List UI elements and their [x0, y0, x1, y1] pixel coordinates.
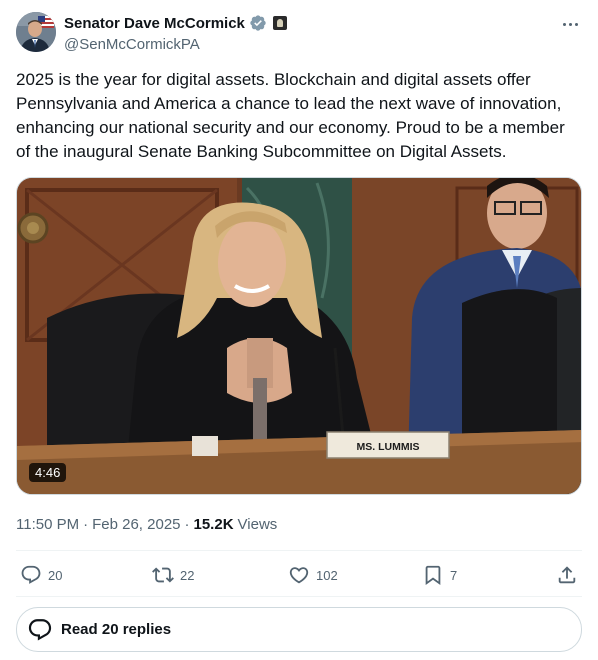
share-icon: [558, 566, 576, 584]
video-player[interactable]: MS. LUMMIS 4:46: [16, 177, 582, 495]
meta-separator: ·: [83, 515, 89, 533]
nameplate-text: MS. LUMMIS: [357, 441, 420, 453]
meta-separator: ·: [184, 515, 190, 533]
reply-button[interactable]: 20: [20, 563, 62, 587]
like-count: 102: [316, 567, 338, 583]
action-bar: 20 22 102 7: [16, 563, 582, 587]
views-label: Views: [237, 515, 278, 533]
retweet-icon: [152, 567, 174, 583]
divider: [16, 596, 582, 597]
read-replies-label: Read 20 replies: [61, 621, 172, 638]
video-thumbnail: MS. LUMMIS: [17, 178, 581, 494]
bookmark-count: 7: [450, 567, 458, 583]
more-options-icon[interactable]: [558, 14, 582, 34]
tweet-header: Senator Dave McCormick @SenMcCormickPA: [16, 12, 582, 54]
retweet-button[interactable]: 22: [152, 563, 194, 587]
tweet-meta: 11:50 PM · Feb 26, 2025 · 15.2K Views: [16, 514, 277, 534]
tweet-time[interactable]: 11:50 PM: [16, 516, 79, 533]
like-icon: [289, 567, 309, 584]
verified-badge-icon[interactable]: [249, 14, 267, 32]
tweet-text: 2025 is the year for digital assets. Blo…: [16, 70, 565, 161]
bookmark-icon: [425, 565, 441, 586]
reply-icon: [21, 565, 41, 584]
views-count[interactable]: 15.2K: [194, 516, 234, 533]
display-name[interactable]: Senator Dave McCormick: [64, 15, 245, 32]
tweet-date[interactable]: Feb 26, 2025: [92, 516, 180, 533]
replies-bubble-icon: [28, 618, 52, 641]
bookmark-button[interactable]: 7: [422, 563, 457, 587]
video-duration: 4:46: [29, 463, 67, 482]
divider: [16, 550, 582, 551]
avatar[interactable]: [16, 12, 56, 52]
reply-count: 20: [48, 567, 63, 583]
retweet-count: 22: [180, 567, 195, 583]
like-button[interactable]: 102: [288, 563, 338, 587]
read-replies-button[interactable]: Read 20 replies: [16, 607, 582, 652]
government-affiliation-icon[interactable]: [272, 16, 287, 30]
share-button[interactable]: [556, 563, 578, 587]
handle[interactable]: @SenMcCormickPA: [64, 36, 287, 53]
author-names: Senator Dave McCormick @SenMcCormickPA: [64, 13, 287, 53]
